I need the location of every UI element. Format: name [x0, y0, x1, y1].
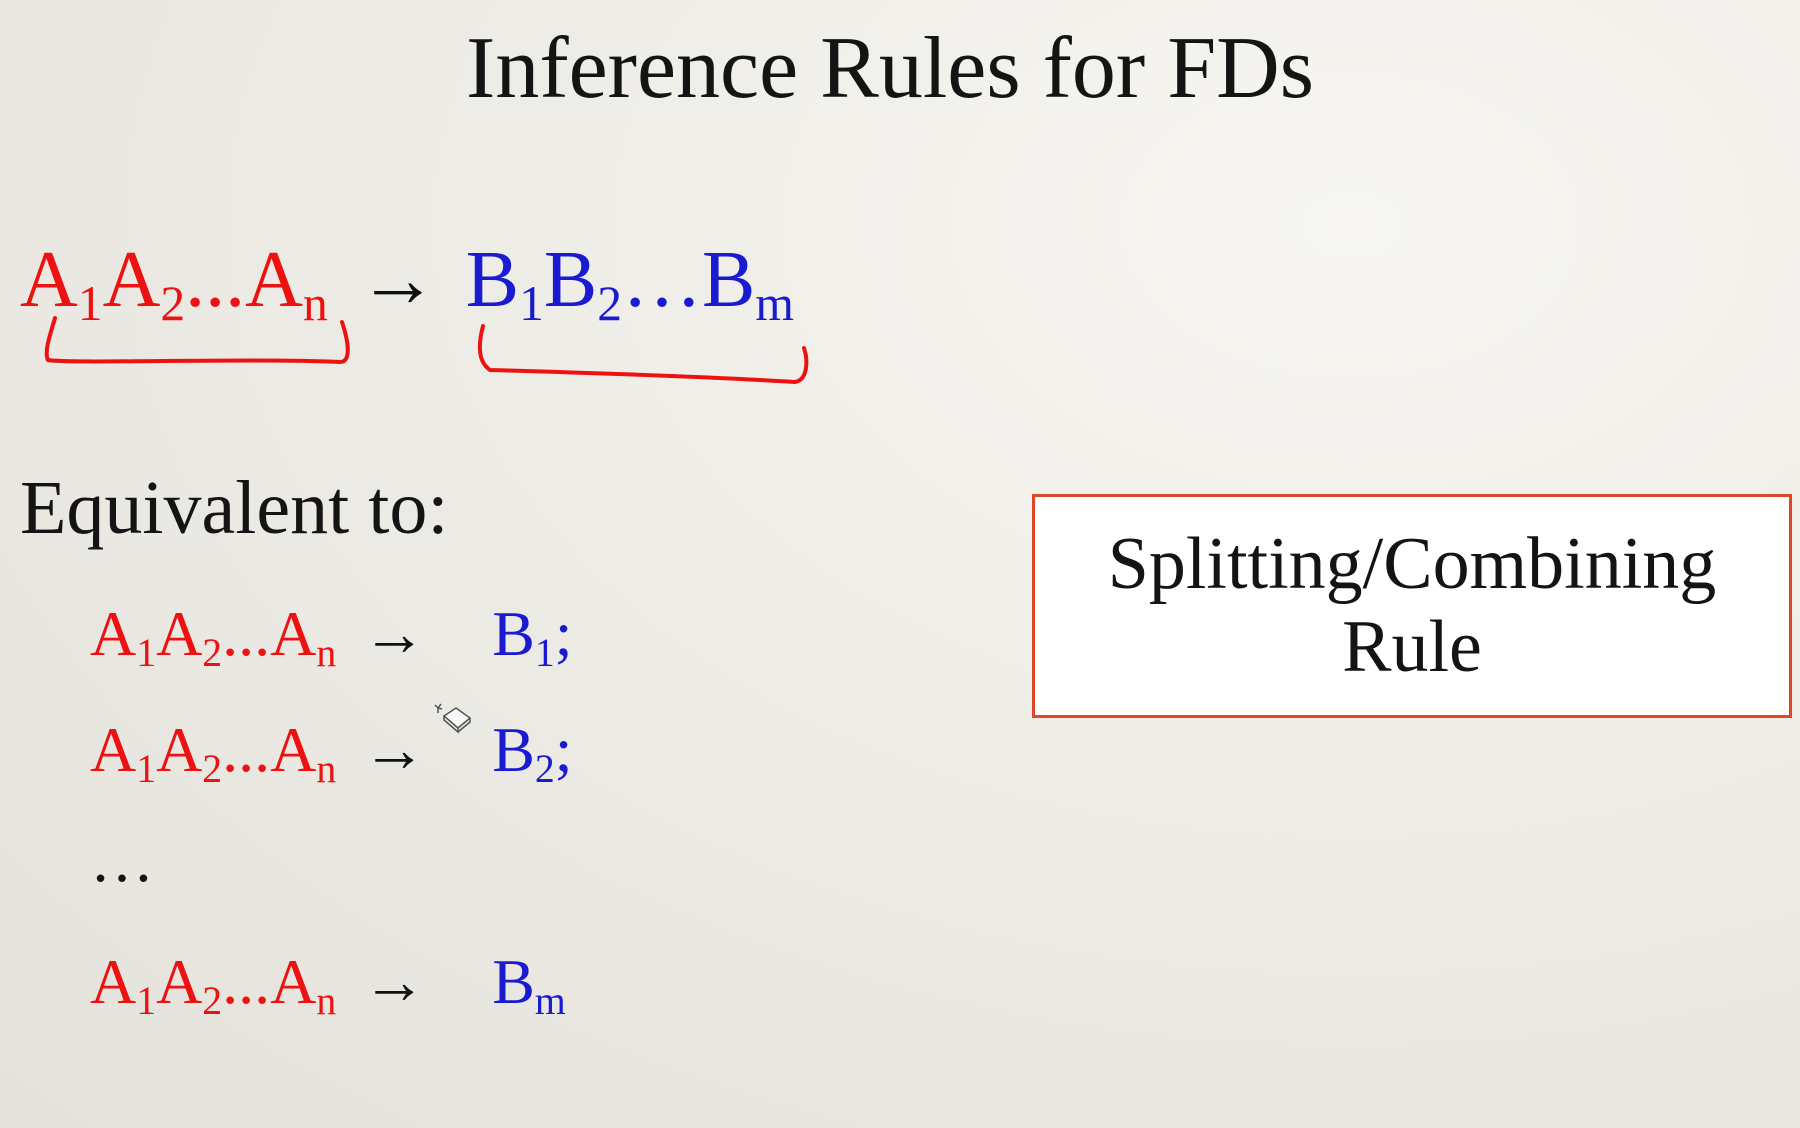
attr-an: A [270, 598, 317, 669]
sub-1: 1 [534, 631, 555, 676]
attr-a1: A [90, 598, 137, 669]
sub-1: 1 [136, 979, 157, 1024]
dots: ... [222, 946, 271, 1017]
attr-b: B [492, 598, 535, 669]
attr-a2: A [156, 946, 203, 1017]
sub-m: m [534, 979, 566, 1024]
row-lhs: A1A2...An [90, 598, 336, 673]
sub-n: n [316, 747, 337, 792]
dots: ... [222, 714, 271, 785]
rhs-bracket-annotation [477, 324, 809, 385]
attr-an: A [270, 946, 317, 1017]
ellipsis: … [90, 824, 154, 895]
sub-2: 2 [202, 631, 223, 676]
sub-n: n [316, 631, 337, 676]
rule-name: Splitting/Combining Rule [1107, 523, 1717, 688]
split-fd-row: A1A2...An → B2; [90, 718, 573, 789]
arrow-icon: → [362, 598, 427, 669]
attr-a2: A [156, 714, 203, 785]
attr-a2: A [156, 598, 203, 669]
arrow-icon: → [362, 946, 427, 1017]
equivalent-label: Equivalent to: [20, 466, 449, 550]
attr-an: A [270, 714, 317, 785]
row-rhs: B2 [492, 714, 555, 789]
rule-box: Splitting/Combining Rule [1032, 494, 1792, 718]
row-lhs: A1A2...An [90, 946, 336, 1021]
lhs-bracket-annotation [44, 316, 350, 365]
attr-b: B [492, 946, 535, 1017]
split-fd-row: A1A2...An → Bm [90, 946, 566, 1021]
split-fd-row: A1A2...An → B1; [90, 598, 573, 673]
sub-2: 2 [534, 747, 555, 792]
row-rhs: B1 [492, 598, 555, 673]
sub-n: n [316, 979, 337, 1024]
sub-1: 1 [136, 747, 157, 792]
attr-a1: A [90, 714, 137, 785]
dots: ... [222, 598, 271, 669]
row-rhs: Bm [492, 946, 566, 1021]
sub-1: 1 [136, 631, 157, 676]
sub-2: 2 [202, 979, 223, 1024]
attr-b: B [492, 714, 535, 785]
row-punct: ; [554, 598, 573, 669]
row-lhs: A1A2...An [90, 714, 336, 789]
row-punct: ; [554, 714, 573, 785]
eraser-cursor-icon [434, 703, 472, 734]
sub-2: 2 [202, 747, 223, 792]
attr-a1: A [90, 946, 137, 1017]
